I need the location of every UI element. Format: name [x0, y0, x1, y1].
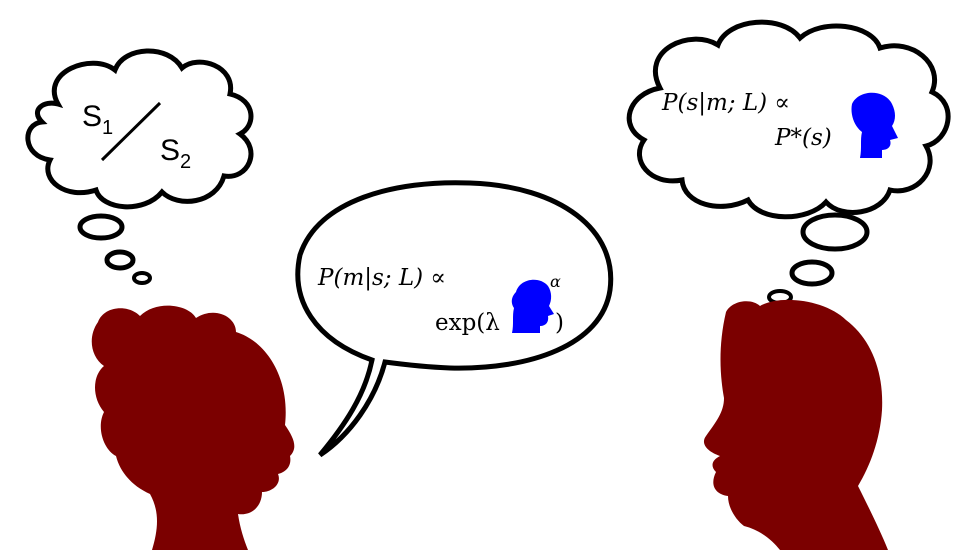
speaker-formula-exponent: α — [550, 272, 561, 291]
thought-bubble-large — [77, 213, 125, 241]
speaker-thought-cloud: S1 S2 — [25, 48, 254, 285]
speaker-formula-line1: P(m|s; L) ∝ — [317, 265, 446, 291]
speaker-speech-bubble: P(m|s; L) ∝ exp(λ α ) — [295, 180, 614, 458]
cloud-shape — [25, 48, 254, 210]
speaker-formula-line2: exp(λ — [435, 310, 500, 336]
listener-formula-line1: P(s|m; L) ∝ — [661, 90, 790, 116]
listener-formula-line2: P*(s) — [774, 125, 832, 151]
thought-bubble-large — [800, 212, 870, 252]
listener-thought-cloud: P(s|m; L) ∝ P*(s) — [626, 19, 951, 305]
speaker-formula-close-paren: ) — [555, 310, 564, 336]
thought-bubble-medium — [104, 249, 136, 271]
cloud-shape — [626, 19, 951, 220]
thought-bubble-medium — [789, 259, 835, 287]
speaker-head-silhouette — [91, 305, 295, 550]
diagram-canvas: S1 S2 P(m|s; L) ∝ exp(λ α ) P(s|m; L) ∝ … — [25, 19, 951, 550]
listener-head-silhouette — [703, 299, 888, 550]
thought-bubble-small — [132, 271, 152, 285]
